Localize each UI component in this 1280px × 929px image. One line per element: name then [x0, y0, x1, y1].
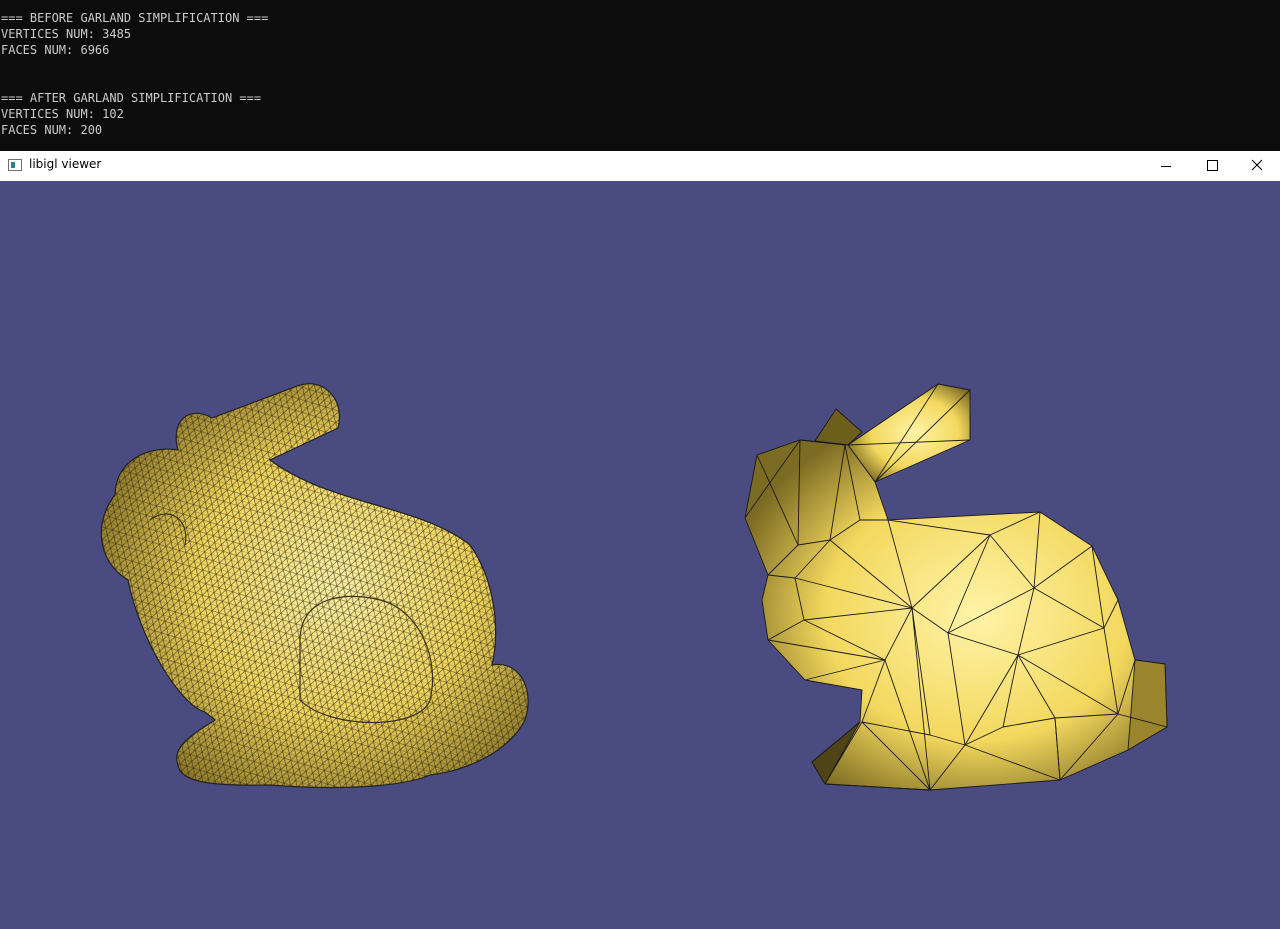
minimize-icon: [1161, 166, 1171, 167]
simplified-bunny-mesh[interactable]: [744, 383, 1168, 791]
window-title: libigl viewer: [29, 157, 102, 171]
viewer-window: libigl viewer: [0, 151, 1280, 929]
title-bar[interactable]: libigl viewer: [0, 151, 1280, 181]
console-output: === BEFORE GARLAND SIMPLIFICATION === VE…: [0, 0, 1280, 151]
console-line: FACES NUM: 200: [1, 123, 103, 137]
console-line: VERTICES NUM: 3485: [1, 27, 132, 41]
maximize-icon: [1207, 160, 1218, 171]
maximize-button[interactable]: [1189, 151, 1235, 181]
scene-canvas[interactable]: [0, 181, 1280, 929]
original-bunny-mesh[interactable]: [90, 370, 550, 800]
close-icon: [1251, 159, 1263, 171]
minimize-button[interactable]: [1143, 151, 1189, 181]
console-line: FACES NUM: 6966: [1, 43, 110, 57]
app-icon: [8, 159, 22, 171]
console-line: === AFTER GARLAND SIMPLIFICATION ===: [1, 91, 262, 105]
close-button[interactable]: [1235, 151, 1280, 181]
console-line: === BEFORE GARLAND SIMPLIFICATION ===: [1, 11, 269, 25]
console-line: VERTICES NUM: 102: [1, 107, 124, 121]
3d-viewport[interactable]: [0, 181, 1280, 929]
